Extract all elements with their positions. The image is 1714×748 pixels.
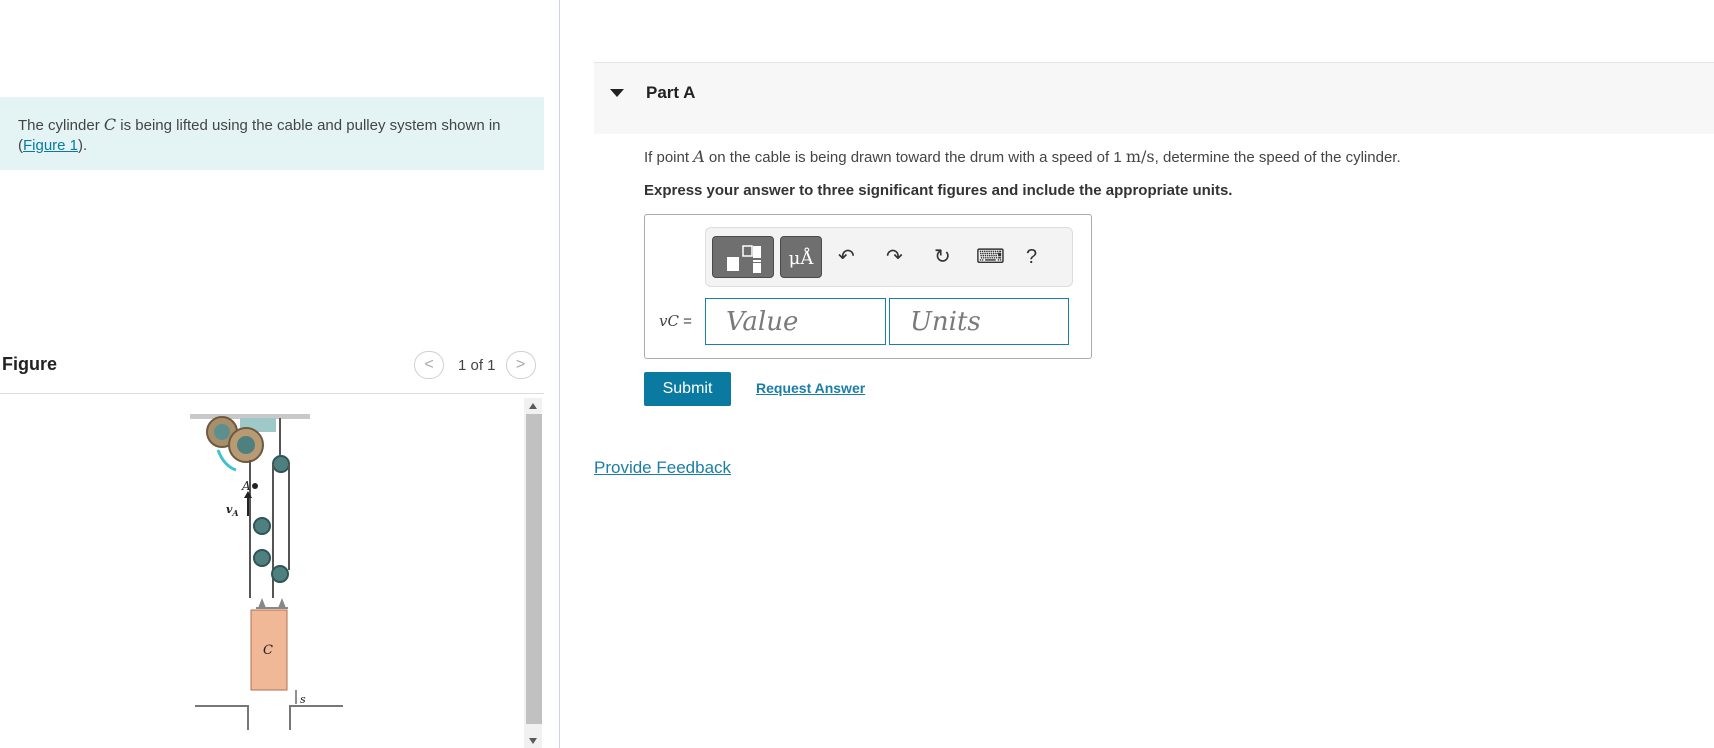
figure-title: Figure [2, 354, 58, 374]
request-answer-link[interactable]: Request Answer [756, 380, 865, 396]
collapse-caret-icon[interactable] [610, 89, 624, 97]
label-va: vA [226, 503, 239, 518]
prev-figure-button[interactable]: < [414, 351, 444, 379]
intro-text: The cylinder [18, 117, 104, 134]
pulley-2 [253, 549, 271, 567]
label-v-sub: A [231, 508, 238, 518]
left-pane: The cylinder C is being lifted using the… [0, 0, 560, 748]
units-field[interactable] [889, 298, 1069, 345]
label-c: C [263, 643, 273, 658]
help-icon[interactable]: ? [1026, 246, 1037, 268]
reset-icon[interactable]: ↻ [934, 246, 951, 268]
answer-variable-label: vC = [659, 312, 692, 330]
figure-header: Figure < 1 of 1 > [0, 350, 544, 394]
provide-feedback-link[interactable]: Provide Feedback [594, 458, 731, 478]
value-field[interactable] [705, 298, 886, 345]
point-a-marker [252, 483, 258, 489]
value-input[interactable] [706, 299, 885, 344]
question-after: , determine the speed of the cylinder. [1154, 149, 1401, 166]
chevron-left-icon: < [424, 356, 434, 373]
chevron-right-icon: > [515, 356, 526, 373]
ground-left [195, 705, 249, 730]
submit-button[interactable]: Submit [644, 372, 731, 406]
scroll-down-icon[interactable] [529, 738, 537, 744]
intro-text-end: ). [78, 137, 88, 154]
question-mid: on the cable is being drawn toward the d… [704, 149, 1126, 166]
question-variable: A [693, 147, 705, 166]
answer-box: μÅ ↶ ↷ ↻ ⌨ ? vC = [644, 214, 1092, 359]
undo-icon[interactable]: ↶ [838, 246, 855, 268]
yoke-right [278, 598, 286, 608]
top-pulley [272, 455, 290, 473]
figure-link[interactable]: Figure 1 [23, 137, 78, 154]
equals-sign: = [678, 313, 692, 330]
templates-icon [727, 245, 761, 273]
pulley-3 [271, 565, 289, 583]
intro-variable: C [103, 115, 117, 134]
drum-hub [214, 424, 230, 440]
label-s: s [300, 693, 306, 706]
ground-right [289, 705, 343, 730]
yoke-left [258, 598, 266, 608]
scroll-thumb[interactable] [526, 414, 542, 724]
problem-intro: The cylinder C is being lifted using the… [0, 97, 544, 170]
figure-image: A vA C s [0, 398, 522, 748]
question-before: If point [644, 149, 694, 166]
units-input[interactable] [890, 299, 1068, 344]
pulley-system-diagram: A vA C s [190, 414, 343, 730]
next-figure-button[interactable]: > [505, 351, 536, 379]
scroll-up-icon[interactable] [529, 403, 537, 409]
question-unit: m/s [1125, 147, 1155, 166]
label-a: A [241, 479, 251, 493]
part-title: Part A [646, 83, 696, 102]
keyboard-icon[interactable]: ⌨ [976, 246, 1005, 268]
answer-instruction: Express your answer to three significant… [644, 182, 1233, 199]
question-text: If point A on the cable is being drawn t… [644, 146, 1401, 169]
answer-variable: vC [659, 312, 679, 330]
symbols-button[interactable]: μÅ [780, 236, 822, 278]
figure-scrollbar[interactable] [524, 398, 542, 748]
equation-toolbar: μÅ ↶ ↷ ↻ ⌨ ? [705, 227, 1073, 287]
figure-pager: < 1 of 1 > [414, 350, 536, 380]
part-a-header[interactable]: Part A [594, 62, 1714, 134]
pager-label: 1 of 1 [458, 356, 496, 374]
pulley-1 [253, 517, 271, 535]
redo-icon[interactable]: ↷ [886, 246, 903, 268]
templates-button[interactable] [712, 236, 774, 278]
drum-center [237, 436, 255, 454]
